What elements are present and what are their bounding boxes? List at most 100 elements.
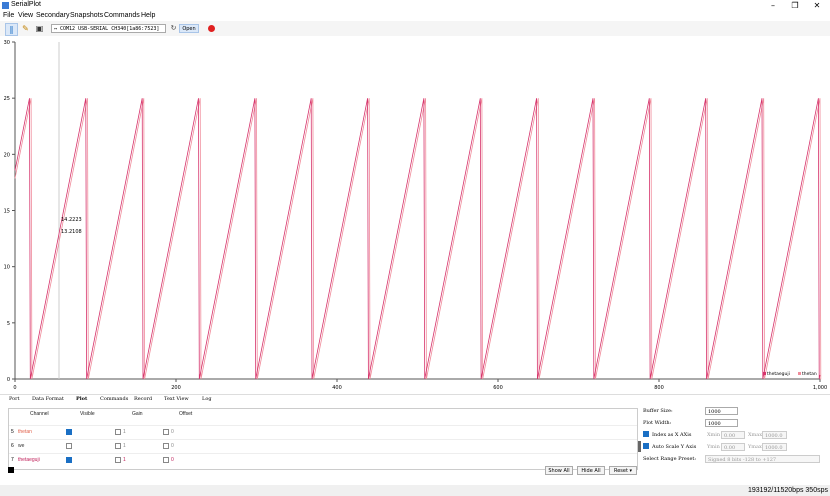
y-tick-label: 25 xyxy=(4,96,10,102)
toolbar: ‖ ✎ ▣ ↔ COM12 USB-SERIAL CH340[1a86:7523… xyxy=(0,21,830,37)
column-header: Offset xyxy=(179,411,193,417)
port-select[interactable]: ↔ COM12 USB-SERIAL CH340[1a86:7523] xyxy=(51,24,166,33)
x-tick-label: 0 xyxy=(13,385,16,391)
channel-name[interactable]: thetaeguji xyxy=(18,457,40,463)
legend-item: thetaeguji xyxy=(767,371,790,377)
plot-width-spinbox[interactable]: 1000 xyxy=(705,419,738,427)
clear-icon[interactable]: ✎ xyxy=(20,23,31,34)
table-row[interactable]: 7 thetaeguji 1 0 xyxy=(9,453,637,467)
minimize-button[interactable]: – xyxy=(762,0,784,11)
xmin-spinbox[interactable]: 0.00 xyxy=(721,431,745,439)
x-tick-label: 600 xyxy=(493,385,503,391)
x-tick-label: 400 xyxy=(332,385,342,391)
channel-name[interactable]: we xyxy=(18,443,24,449)
channel-name[interactable]: thetan xyxy=(18,429,32,435)
x-tick-label: 200 xyxy=(171,385,181,391)
record-icon[interactable] xyxy=(208,25,215,32)
offset-checkbox[interactable] xyxy=(163,443,169,449)
table-row[interactable]: 5 thetan 1 0 xyxy=(9,425,637,439)
menu-bar: File View Secondary Snapshots Commands H… xyxy=(0,11,830,21)
xmax-label: Xmax xyxy=(748,432,763,438)
buffer-size-spinbox[interactable]: 1000 xyxy=(705,407,738,415)
menu-help[interactable]: Help xyxy=(141,12,155,19)
offset-checkbox[interactable] xyxy=(163,429,169,435)
offset-value[interactable]: 0 xyxy=(171,457,174,463)
row-index: 5 xyxy=(11,429,14,435)
gain-checkbox[interactable] xyxy=(115,429,121,435)
gain-checkbox[interactable] xyxy=(115,457,121,463)
tab-log[interactable]: Log xyxy=(202,396,212,402)
visible-checkbox[interactable] xyxy=(66,429,72,435)
y-tick-label: 0 xyxy=(7,377,10,383)
plot-area[interactable]: 302520151050 0 200 400 600 800 1,000 14.2223 … xyxy=(0,36,830,394)
offset-value[interactable]: 0 xyxy=(171,443,174,449)
gain-checkbox[interactable] xyxy=(115,443,121,449)
cursor-label: 13.2108 xyxy=(61,229,82,235)
y-tick-label: 30 xyxy=(4,40,10,46)
status-text: 193192/11520bps 350sps xyxy=(747,487,828,494)
offset-checkbox[interactable] xyxy=(163,457,169,463)
gain-value[interactable]: 1 xyxy=(123,429,126,435)
row-index: 6 xyxy=(11,443,14,449)
column-header: Gain xyxy=(132,411,143,417)
menu-secondary[interactable]: Secondary xyxy=(36,12,69,19)
close-button[interactable]: ✕ xyxy=(806,0,828,11)
column-header: Channel xyxy=(30,411,49,417)
ymin-label: Ymin xyxy=(707,444,720,450)
range-preset-label: Select Range Preset: xyxy=(643,456,697,462)
gain-value[interactable]: 1 xyxy=(123,457,126,463)
menu-commands[interactable]: Commands xyxy=(104,12,140,19)
reset-button[interactable]: Reset ▾ xyxy=(609,466,637,475)
auto-scale-label: Auto Scale Y Axis xyxy=(652,444,697,450)
maximize-button[interactable]: ❐ xyxy=(784,0,806,11)
pause-icon[interactable]: ‖ xyxy=(5,23,18,36)
y-tick-label: 20 xyxy=(4,152,10,158)
tab-port[interactable]: Port xyxy=(9,396,20,402)
tab-plot[interactable]: Plot xyxy=(76,396,87,402)
auto-scale-checkbox[interactable] xyxy=(643,443,649,449)
index-as-x-checkbox[interactable] xyxy=(643,431,649,437)
plot-width-label: Plot Width: xyxy=(643,420,672,426)
xmax-spinbox[interactable]: 1000.0 xyxy=(762,431,787,439)
table-row[interactable]: 6 we 1 0 xyxy=(9,439,637,453)
tab-commands[interactable]: Commands xyxy=(100,396,128,402)
menu-view[interactable]: View xyxy=(18,12,33,19)
visible-checkbox[interactable] xyxy=(66,457,72,463)
column-header: Visible xyxy=(80,411,95,417)
ymax-label: Ymax xyxy=(748,444,762,450)
visible-checkbox[interactable] xyxy=(66,443,72,449)
legend-swatch xyxy=(763,372,766,375)
y-tick-label: 10 xyxy=(4,265,10,271)
snapshot-icon[interactable]: ▣ xyxy=(34,23,45,34)
x-tick-label: 1,000 xyxy=(813,385,827,391)
channel-table: Channel Visible Gain Offset 5 thetan 1 0… xyxy=(8,408,641,470)
menu-file[interactable]: File xyxy=(3,12,14,19)
row-index: 7 xyxy=(11,457,14,463)
cursor-label: 14.2223 xyxy=(61,217,82,223)
range-preset-select[interactable]: Signed 8 bits -128 to +127 xyxy=(705,455,820,463)
y-tick-label: 5 xyxy=(7,321,10,327)
tab-record[interactable]: Record xyxy=(134,396,152,402)
window-title: SerialPlot xyxy=(11,1,41,8)
color-swatch-icon[interactable] xyxy=(8,467,14,473)
app-icon xyxy=(2,2,9,9)
menu-snapshots[interactable]: Snapshots xyxy=(70,12,103,19)
plot-settings-panel: Channel Visible Gain Offset 5 thetan 1 0… xyxy=(0,404,830,485)
buffer-size-label: Buffer Size: xyxy=(643,408,673,414)
title-bar: SerialPlot – ❐ ✕ xyxy=(0,0,830,11)
show-all-button[interactable]: Show All xyxy=(545,466,573,475)
offset-value[interactable]: 0 xyxy=(171,429,174,435)
ymin-spinbox[interactable]: 0.00 xyxy=(721,443,745,451)
legend-swatch xyxy=(798,372,801,375)
index-as-x-label: Index as X AXis xyxy=(652,432,692,438)
ymax-spinbox[interactable]: 1000.0 xyxy=(762,443,787,451)
tab-text-view[interactable]: Text View xyxy=(164,396,189,402)
tab-data-format[interactable]: Data Format xyxy=(32,396,64,402)
table-scrollbar[interactable] xyxy=(638,441,641,452)
refresh-icon[interactable]: ↻ xyxy=(168,23,179,34)
legend-item: thetan xyxy=(802,371,817,377)
xmin-label: Xmin xyxy=(707,432,721,438)
gain-value[interactable]: 1 xyxy=(123,443,126,449)
hide-all-button[interactable]: Hide All xyxy=(577,466,605,475)
open-button[interactable]: Open xyxy=(179,24,199,33)
